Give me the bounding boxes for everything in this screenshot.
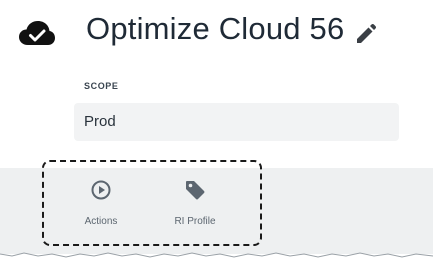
torn-edge-divider xyxy=(0,252,433,262)
tab-highlight-outline xyxy=(42,160,262,246)
title-row: Optimize Cloud 56 xyxy=(0,0,433,70)
scope-label: SCOPE xyxy=(84,81,119,91)
scope-value: Prod xyxy=(84,113,116,130)
pencil-icon[interactable] xyxy=(352,22,378,48)
policy-panel: Optimize Cloud 56 SCOPE Prod Actions RI … xyxy=(0,0,433,262)
page-title: Optimize Cloud 56 xyxy=(86,11,345,46)
cloud-check-icon xyxy=(19,21,55,45)
scope-field[interactable]: Prod xyxy=(74,103,399,141)
